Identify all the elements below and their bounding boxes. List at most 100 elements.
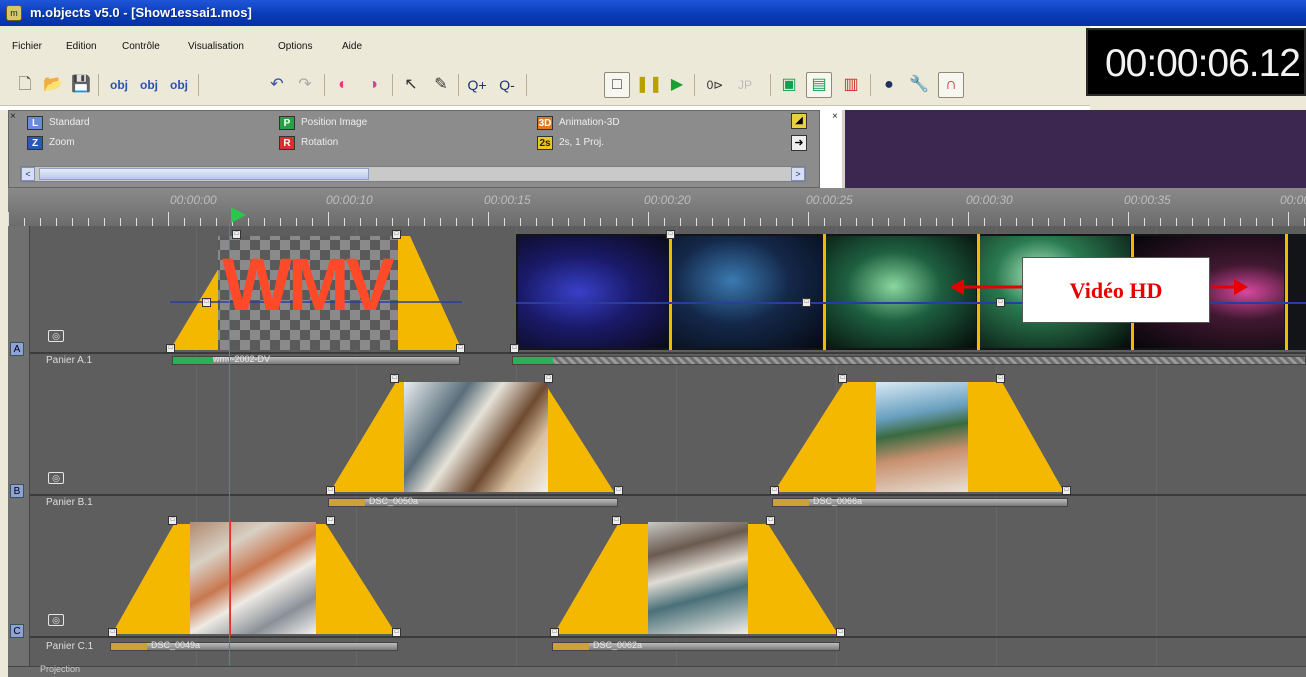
effects-scrollbar[interactable] [20,166,806,182]
toolbar-separator [870,74,871,96]
menu-edition[interactable]: Edition [66,40,97,54]
obj-add-icon[interactable]: obj [106,72,132,98]
clip-bar[interactable]: DSC_0062a [552,640,840,651]
panel-close-icon[interactable]: × [832,111,838,122]
keyframe-node[interactable]: □ [544,374,553,383]
ruler-tick [120,218,121,226]
play-icon[interactable]: ▶ [664,72,690,98]
ruler-tick [744,218,745,226]
camera-icon[interactable]: ◎ [48,472,64,484]
annotation-arrows [950,279,1248,295]
red-green-icon[interactable]: ▥ [838,72,864,98]
loop-icon[interactable]: 0⊳ [702,72,728,98]
draw-icon[interactable]: ↖ [398,72,424,98]
open-folder-icon[interactable]: 📂 [40,72,66,98]
scroll-thumb[interactable] [39,168,369,180]
zoom-in-icon[interactable]: Q+ [464,72,490,98]
pause-icon[interactable]: ❚❚ [636,72,663,98]
effect-standard[interactable]: L Standard [27,115,90,131]
menu-fichier[interactable]: Fichier [12,40,42,54]
keyframe-node[interactable]: □ [838,374,847,383]
ruler-label: 00:00:20 [644,193,691,207]
keyframe-node[interactable]: □ [1062,486,1071,495]
camera-icon[interactable]: ◎ [48,614,64,626]
split-icon[interactable]: ▤ [806,72,832,98]
save-icon[interactable]: 💾 [68,72,94,98]
keyframe-node[interactable]: □ [770,486,779,495]
camera-icon[interactable]: ◎ [48,330,64,342]
keyframe-node[interactable]: □ [326,516,335,525]
playhead-marker[interactable] [231,207,246,223]
effect-label: Position Image [301,117,368,128]
magnet-icon[interactable]: ∩ [938,72,964,98]
image-thumbnail [876,382,968,492]
keyframe-node[interactable]: □ [202,298,211,307]
panel-close-icon[interactable]: × [10,111,16,122]
effect-animation-3d[interactable]: 3D Animation-3D [537,115,620,131]
zoom-out-icon[interactable]: Q- [494,72,520,98]
keyframe-node[interactable]: □ [168,516,177,525]
window-title-bar[interactable]: m.objects v5.0 - [Show1essai1.mos] [0,0,1306,26]
keyframe-node[interactable]: □ [392,628,401,637]
clip-bar[interactable]: DSC_0049a [110,640,398,651]
ruler-tick [792,218,793,226]
obj-icon[interactable]: obj [166,72,192,98]
menu-aide[interactable]: Aide [342,40,362,54]
undo-icon[interactable]: ↶ [264,72,290,98]
redo-icon[interactable]: ↷ [292,72,318,98]
monitor-green-icon[interactable]: ▣ [776,72,802,98]
clip-bar[interactable]: DSC_0066a [772,496,1068,507]
ruler-tick [1240,218,1241,226]
scroll-left-button[interactable]: < [21,167,35,181]
effect-2s-1-proj[interactable]: 2s 2s, 1 Proj. [537,135,604,151]
effect-position-image[interactable]: P Position Image [279,115,367,131]
keyframe-node[interactable]: □ [666,230,675,239]
menu-options[interactable]: Options [278,40,312,54]
clip-bar[interactable]: DSC_0050a [328,496,618,507]
effect-label: 2s, 1 Proj. [559,137,605,148]
keyframe-node[interactable]: □ [392,230,401,239]
keyframe-node[interactable]: □ [612,516,621,525]
keyframe-node[interactable]: □ [802,298,811,307]
keyframe-node[interactable]: □ [390,374,399,383]
standard-icon: L [27,116,43,130]
timecode-frame [1090,96,1306,110]
new-file-icon[interactable]: 🗋 [12,72,38,98]
scroll-right-button[interactable]: > [791,167,805,181]
effect-edit-icon[interactable]: ◢ [791,113,807,129]
disabled-icon[interactable]: JP [732,72,758,98]
effect-label: Zoom [49,137,75,148]
effect-apply-icon[interactable]: ➜ [791,135,807,151]
keyframe-node[interactable]: □ [996,374,1005,383]
ruler-tick [312,218,313,226]
dot-icon[interactable]: ● [876,72,902,98]
track-name-a: Panier A.1 [46,355,93,366]
ruler-tick [104,218,105,226]
effect-rotation[interactable]: R Rotation [279,135,338,151]
keyframe-node[interactable]: □ [614,486,623,495]
keyframe-node[interactable]: □ [166,344,175,353]
wrench-icon[interactable]: 🔧 [906,72,932,98]
pen-icon[interactable]: ✎ [428,72,454,98]
preview-panel [842,110,1306,188]
obj-question-icon[interactable]: obj [136,72,162,98]
keyframe-node[interactable]: □ [456,344,465,353]
clip-bar[interactable]: wmv-2002-DV [172,354,460,365]
keyframe-node[interactable]: □ [836,628,845,637]
clip-bar[interactable] [512,356,1306,365]
menu-controle[interactable]: Contrôle [122,40,160,54]
keyframe-node[interactable]: □ [510,344,519,353]
color-circle-alt-icon[interactable]: ◑ [360,72,386,98]
menu-visualisation[interactable]: Visualisation [188,40,244,54]
keyframe-node[interactable]: □ [766,516,775,525]
effect-zoom[interactable]: Z Zoom [27,135,75,151]
toolbar-separator [694,74,695,96]
status-text: Projection [40,664,81,674]
stop-square-icon[interactable]: □ [604,72,630,98]
color-circle-icon[interactable]: ◐ [330,72,356,98]
keyframe-node[interactable]: □ [108,628,117,637]
clip-label: DSC_0062a [593,640,643,650]
keyframe-node[interactable]: □ [232,230,241,239]
keyframe-node[interactable]: □ [326,486,335,495]
keyframe-node[interactable]: □ [550,628,559,637]
